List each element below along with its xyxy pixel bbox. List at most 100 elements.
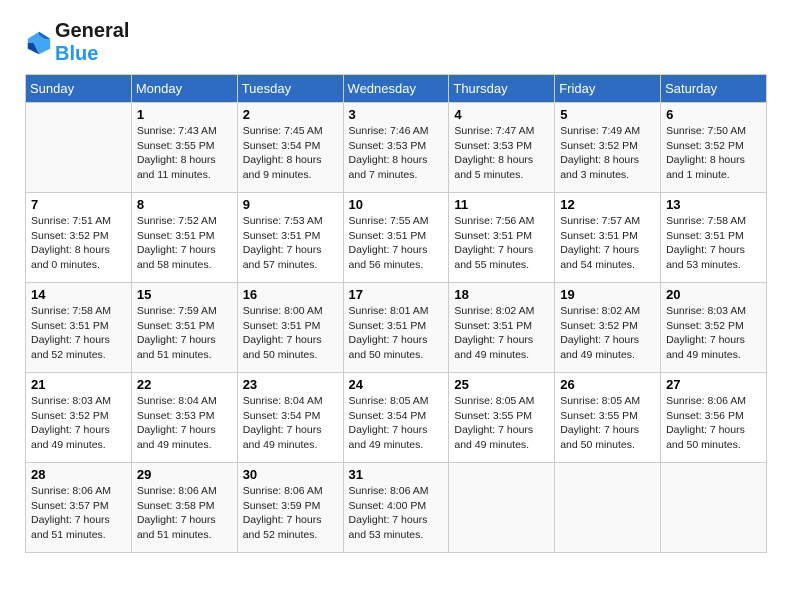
day-number: 4 [454, 107, 549, 122]
day-number: 10 [349, 197, 444, 212]
day-info: Sunrise: 8:02 AM Sunset: 3:51 PM Dayligh… [454, 304, 549, 363]
calendar-cell: 29 Sunrise: 8:06 AM Sunset: 3:58 PM Dayli… [131, 463, 237, 553]
calendar-cell: 28 Sunrise: 8:06 AM Sunset: 3:57 PM Dayli… [26, 463, 132, 553]
day-number: 5 [560, 107, 655, 122]
calendar-cell: 25Sunrise: 8:05 AM Sunset: 3:55 PM Dayli… [449, 373, 555, 463]
day-number: 17 [349, 287, 444, 302]
day-info: Sunrise: 7:51 AM Sunset: 3:52 PM Dayligh… [31, 214, 126, 273]
day-number: 26 [560, 377, 655, 392]
calendar-cell: 18 Sunrise: 8:02 AM Sunset: 3:51 PM Dayli… [449, 283, 555, 373]
weekday-header-wednesday: Wednesday [343, 75, 449, 103]
day-number: 3 [349, 107, 444, 122]
day-info: Sunrise: 7:46 AM Sunset: 3:53 PM Dayligh… [349, 124, 444, 183]
weekday-header-monday: Monday [131, 75, 237, 103]
calendar-week-row: 28 Sunrise: 8:06 AM Sunset: 3:57 PM Dayli… [26, 463, 767, 553]
day-info: Sunrise: 8:05 AM Sunset: 3:55 PM Dayligh… [560, 394, 655, 453]
day-number: 1 [137, 107, 232, 122]
day-info: Sunrise: 7:57 AM Sunset: 3:51 PM Dayligh… [560, 214, 655, 273]
calendar-cell: 22Sunrise: 8:04 AM Sunset: 3:53 PM Dayli… [131, 373, 237, 463]
calendar-week-row: 1 Sunrise: 7:43 AM Sunset: 3:55 PM Daylig… [26, 103, 767, 193]
calendar-cell [661, 463, 767, 553]
day-info: Sunrise: 8:00 AM Sunset: 3:51 PM Dayligh… [243, 304, 338, 363]
day-number: 7 [31, 197, 126, 212]
day-info: Sunrise: 7:52 AM Sunset: 3:51 PM Dayligh… [137, 214, 232, 273]
calendar-cell: 16 Sunrise: 8:00 AM Sunset: 3:51 PM Dayli… [237, 283, 343, 373]
calendar-table: SundayMondayTuesdayWednesdayThursdayFrid… [25, 74, 767, 553]
day-number: 27 [666, 377, 761, 392]
day-info: Sunrise: 8:06 AM Sunset: 3:56 PM Dayligh… [666, 394, 761, 453]
day-info: Sunrise: 8:05 AM Sunset: 3:54 PM Dayligh… [349, 394, 444, 453]
logo-icon [25, 29, 53, 57]
calendar-cell: 24 Sunrise: 8:05 AM Sunset: 3:54 PM Dayli… [343, 373, 449, 463]
day-info: Sunrise: 8:04 AM Sunset: 3:54 PM Dayligh… [243, 394, 338, 453]
calendar-cell: 15Sunrise: 7:59 AM Sunset: 3:51 PM Dayli… [131, 283, 237, 373]
day-info: Sunrise: 7:43 AM Sunset: 3:55 PM Dayligh… [137, 124, 232, 183]
day-number: 2 [243, 107, 338, 122]
day-number: 15 [137, 287, 232, 302]
calendar-cell: 6 Sunrise: 7:50 AM Sunset: 3:52 PM Daylig… [661, 103, 767, 193]
day-info: Sunrise: 8:02 AM Sunset: 3:52 PM Dayligh… [560, 304, 655, 363]
calendar-cell: 9Sunrise: 7:53 AM Sunset: 3:51 PM Daylig… [237, 193, 343, 283]
weekday-header-friday: Friday [555, 75, 661, 103]
day-number: 29 [137, 467, 232, 482]
calendar-cell: 2 Sunrise: 7:45 AM Sunset: 3:54 PM Daylig… [237, 103, 343, 193]
day-number: 22 [137, 377, 232, 392]
weekday-header-row: SundayMondayTuesdayWednesdayThursdayFrid… [26, 75, 767, 103]
day-info: Sunrise: 8:03 AM Sunset: 3:52 PM Dayligh… [666, 304, 761, 363]
calendar-week-row: 21Sunrise: 8:03 AM Sunset: 3:52 PM Dayli… [26, 373, 767, 463]
day-number: 14 [31, 287, 126, 302]
calendar-cell: 10 Sunrise: 7:55 AM Sunset: 3:51 PM Dayli… [343, 193, 449, 283]
calendar-week-row: 7 Sunrise: 7:51 AM Sunset: 3:52 PM Daylig… [26, 193, 767, 283]
day-number: 11 [454, 197, 549, 212]
weekday-header-tuesday: Tuesday [237, 75, 343, 103]
calendar-cell: 21Sunrise: 8:03 AM Sunset: 3:52 PM Dayli… [26, 373, 132, 463]
day-number: 9 [243, 197, 338, 212]
day-info: Sunrise: 7:47 AM Sunset: 3:53 PM Dayligh… [454, 124, 549, 183]
day-number: 30 [243, 467, 338, 482]
day-info: Sunrise: 8:06 AM Sunset: 3:59 PM Dayligh… [243, 484, 338, 543]
logo-text: General Blue [55, 20, 129, 66]
day-info: Sunrise: 8:03 AM Sunset: 3:52 PM Dayligh… [31, 394, 126, 453]
calendar-cell: 8Sunrise: 7:52 AM Sunset: 3:51 PM Daylig… [131, 193, 237, 283]
calendar-cell: 30 Sunrise: 8:06 AM Sunset: 3:59 PM Dayli… [237, 463, 343, 553]
day-number: 25 [454, 377, 549, 392]
day-number: 18 [454, 287, 549, 302]
logo: General Blue [25, 20, 129, 66]
calendar-cell: 13Sunrise: 7:58 AM Sunset: 3:51 PM Dayli… [661, 193, 767, 283]
calendar-cell: 1 Sunrise: 7:43 AM Sunset: 3:55 PM Daylig… [131, 103, 237, 193]
day-number: 6 [666, 107, 761, 122]
calendar-cell: 31 Sunrise: 8:06 AM Sunset: 4:00 PM Dayli… [343, 463, 449, 553]
day-number: 12 [560, 197, 655, 212]
calendar-cell: 26 Sunrise: 8:05 AM Sunset: 3:55 PM Dayli… [555, 373, 661, 463]
day-number: 24 [349, 377, 444, 392]
day-number: 19 [560, 287, 655, 302]
day-info: Sunrise: 8:06 AM Sunset: 4:00 PM Dayligh… [349, 484, 444, 543]
day-info: Sunrise: 8:06 AM Sunset: 3:58 PM Dayligh… [137, 484, 232, 543]
day-info: Sunrise: 7:55 AM Sunset: 3:51 PM Dayligh… [349, 214, 444, 273]
day-number: 28 [31, 467, 126, 482]
day-info: Sunrise: 7:50 AM Sunset: 3:52 PM Dayligh… [666, 124, 761, 183]
day-number: 31 [349, 467, 444, 482]
calendar-cell: 17Sunrise: 8:01 AM Sunset: 3:51 PM Dayli… [343, 283, 449, 373]
weekday-header-saturday: Saturday [661, 75, 767, 103]
calendar-cell: 19 Sunrise: 8:02 AM Sunset: 3:52 PM Dayli… [555, 283, 661, 373]
day-info: Sunrise: 7:49 AM Sunset: 3:52 PM Dayligh… [560, 124, 655, 183]
day-number: 23 [243, 377, 338, 392]
day-number: 20 [666, 287, 761, 302]
day-info: Sunrise: 7:45 AM Sunset: 3:54 PM Dayligh… [243, 124, 338, 183]
calendar-cell [555, 463, 661, 553]
calendar-cell: 23 Sunrise: 8:04 AM Sunset: 3:54 PM Dayli… [237, 373, 343, 463]
calendar-cell: 14 Sunrise: 7:58 AM Sunset: 3:51 PM Dayli… [26, 283, 132, 373]
calendar-cell: 20 Sunrise: 8:03 AM Sunset: 3:52 PM Dayli… [661, 283, 767, 373]
calendar-cell: 7 Sunrise: 7:51 AM Sunset: 3:52 PM Daylig… [26, 193, 132, 283]
day-info: Sunrise: 7:58 AM Sunset: 3:51 PM Dayligh… [31, 304, 126, 363]
calendar-cell: 5 Sunrise: 7:49 AM Sunset: 3:52 PM Daylig… [555, 103, 661, 193]
calendar-week-row: 14 Sunrise: 7:58 AM Sunset: 3:51 PM Dayli… [26, 283, 767, 373]
calendar-cell [26, 103, 132, 193]
day-info: Sunrise: 7:58 AM Sunset: 3:51 PM Dayligh… [666, 214, 761, 273]
day-info: Sunrise: 7:56 AM Sunset: 3:51 PM Dayligh… [454, 214, 549, 273]
day-info: Sunrise: 8:06 AM Sunset: 3:57 PM Dayligh… [31, 484, 126, 543]
calendar-cell [449, 463, 555, 553]
day-number: 16 [243, 287, 338, 302]
calendar-cell: 11 Sunrise: 7:56 AM Sunset: 3:51 PM Dayli… [449, 193, 555, 283]
